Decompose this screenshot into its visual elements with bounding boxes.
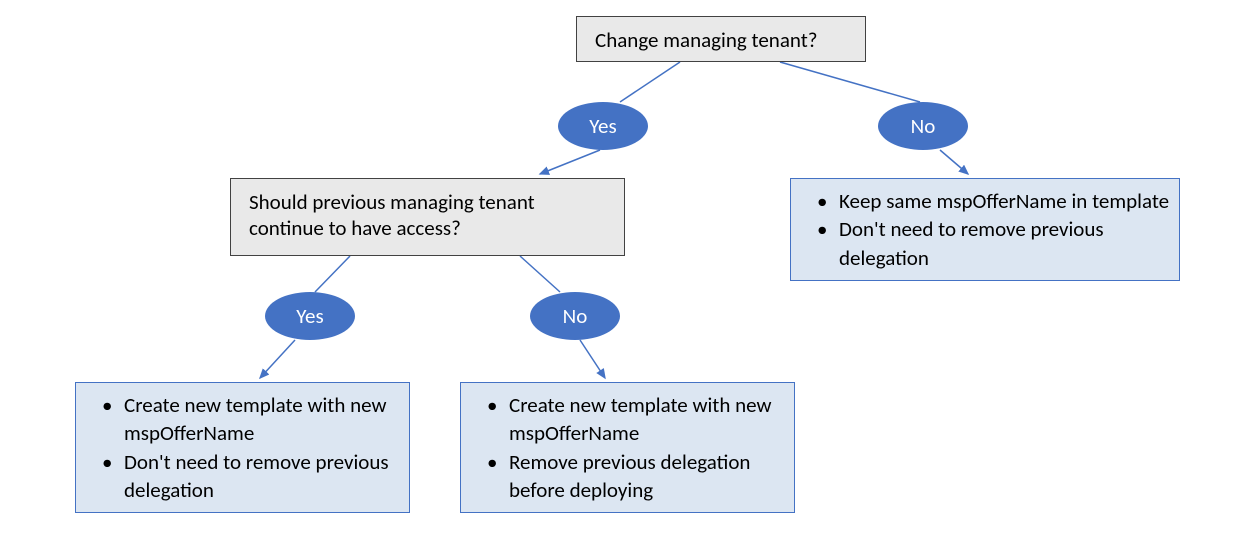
answer-line: Keep same mspOfferName in template	[799, 187, 1171, 215]
decision-label: Yes	[296, 303, 323, 329]
answer-line: Create new template with new mspOfferNam…	[84, 391, 401, 448]
answer-line: Don't need to remove previous delegation	[799, 215, 1171, 272]
decision-q1-yes: Yes	[558, 102, 648, 150]
answer-yes-keep-access: Create new template with new mspOfferNam…	[75, 382, 410, 513]
answer-line: Don't need to remove previous delegation	[84, 448, 401, 505]
question-text: Should previous managing tenant continue…	[249, 189, 535, 241]
decision-q1-no: No	[878, 102, 968, 150]
question-text: Change managing tenant?	[595, 27, 817, 53]
decision-label: No	[563, 303, 588, 329]
decision-q2-no: No	[530, 292, 620, 340]
decision-q2-yes: Yes	[265, 292, 355, 340]
answer-no-remove-access: Create new template with new mspOfferNam…	[460, 382, 795, 513]
decision-label: Yes	[589, 113, 616, 139]
answer-no-change: Keep same mspOfferName in template Don't…	[790, 178, 1180, 281]
answer-line: Remove previous delegation before deploy…	[469, 448, 786, 505]
question-change-tenant: Change managing tenant?	[576, 16, 866, 62]
decision-label: No	[911, 113, 936, 139]
question-previous-access: Should previous managing tenant continue…	[230, 178, 625, 256]
answer-line: Create new template with new mspOfferNam…	[469, 391, 786, 448]
